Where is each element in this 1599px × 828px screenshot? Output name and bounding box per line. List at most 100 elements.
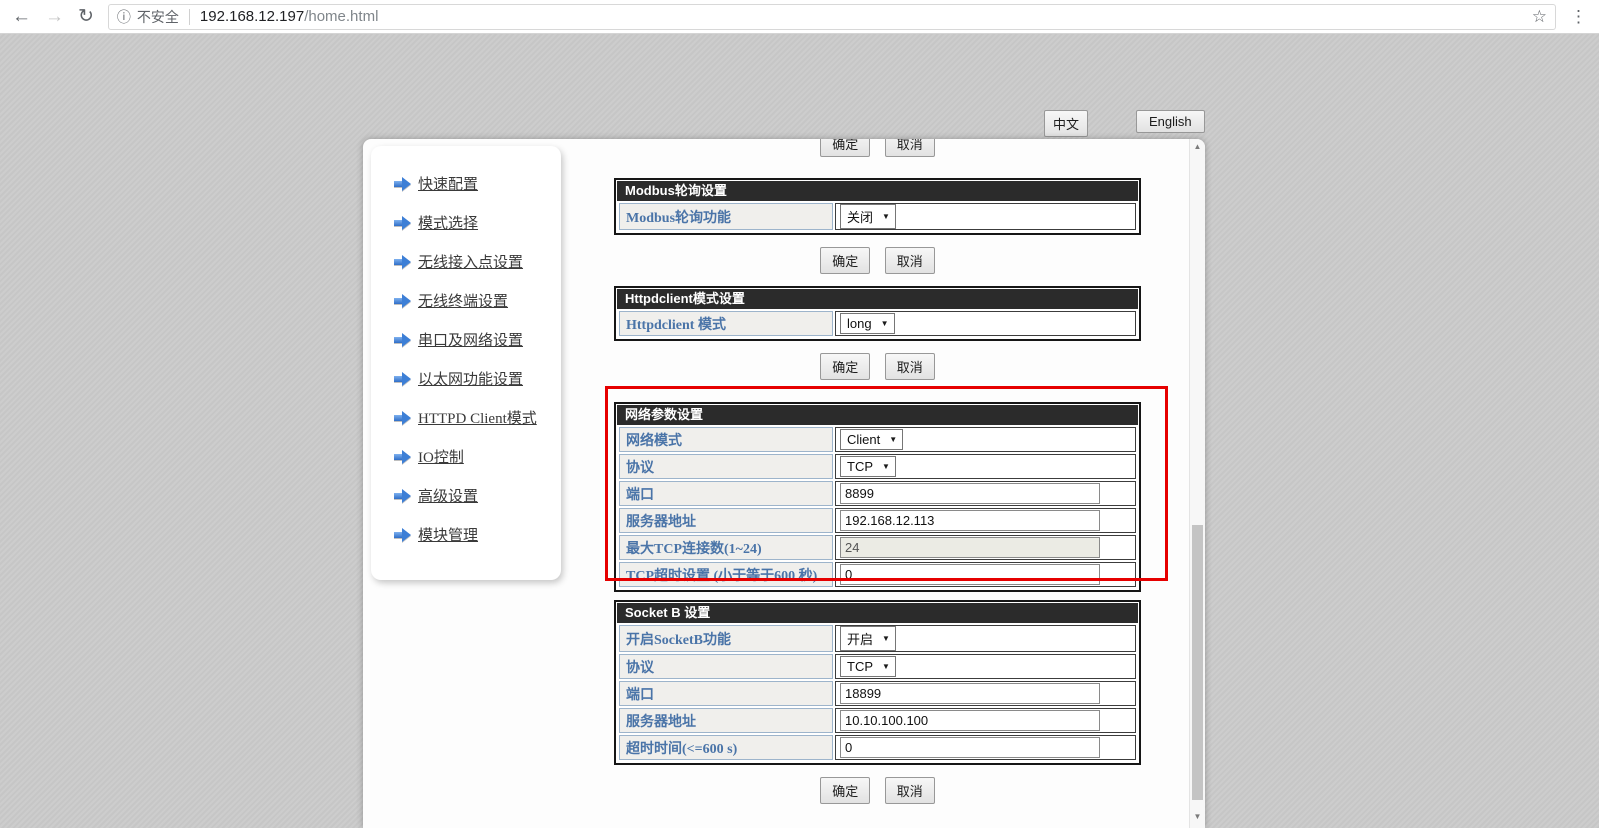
dropdown-value: 开启	[847, 629, 873, 648]
text-input[interactable]	[840, 710, 1100, 731]
field-label: 服务器地址	[619, 708, 833, 733]
cancel-button[interactable]: 取消	[885, 777, 935, 804]
dropdown-select[interactable]: long▼	[840, 313, 895, 334]
sidebar-link[interactable]: 高级设置	[418, 485, 478, 506]
dropdown-select[interactable]: 关闭▼	[840, 204, 896, 229]
forward-icon: →	[45, 7, 64, 26]
sidebar-link[interactable]: 无线接入点设置	[418, 251, 523, 272]
sidebar-link[interactable]: HTTPD Client模式	[418, 407, 537, 428]
dropdown-arrow-icon: ▼	[882, 462, 890, 471]
text-input[interactable]	[840, 683, 1100, 704]
field-value-cell	[835, 508, 1136, 533]
blue-arrow-icon	[394, 450, 411, 464]
section-modbus-polling: Modbus轮询设置 Modbus轮询功能关闭▼	[614, 178, 1141, 235]
sidebar-item[interactable]: 快速配置	[371, 164, 561, 203]
browser-menu-icon[interactable]: ⋮	[1570, 7, 1587, 27]
sidebar-item[interactable]: 以太网功能设置	[371, 359, 561, 398]
text-input[interactable]	[840, 537, 1100, 558]
dropdown-select[interactable]: TCP ▼	[840, 456, 896, 477]
form-row: 服务器地址	[619, 708, 1136, 733]
dropdown-arrow-icon: ▼	[882, 662, 890, 671]
field-value-cell	[835, 562, 1136, 587]
dropdown-value: Client	[847, 432, 880, 447]
sidebar-item[interactable]: 模块管理	[371, 515, 561, 554]
form-row: 端口	[619, 681, 1136, 706]
form-row: 网络模式 Client ▼	[619, 427, 1136, 452]
page-background: 中文 English 快速配置模式选择无线接入点设置无线终端设置串口及网络设置以…	[0, 34, 1599, 828]
field-label: 最大TCP连接数(1~24)	[619, 535, 833, 560]
cancel-button[interactable]: 取消	[885, 247, 935, 274]
scrollbar[interactable]: ▲ ▼	[1189, 139, 1205, 828]
ok-button[interactable]: 确定	[820, 247, 870, 274]
url-host: 192.168.12.197	[200, 8, 304, 25]
settings-form-area: 确定 取消 Modbus轮询设置 Modbus轮询功能关闭▼ 确定 取消 Htt…	[614, 139, 1141, 816]
form-row: 超时时间(<=600 s)	[619, 735, 1136, 760]
text-input[interactable]	[840, 737, 1100, 758]
section-title: Modbus轮询设置	[617, 181, 1138, 201]
ok-button[interactable]: 确定	[820, 353, 870, 380]
cancel-button[interactable]: 取消	[885, 139, 935, 157]
blue-arrow-icon	[394, 294, 411, 308]
field-value-cell	[835, 708, 1136, 733]
dropdown-select[interactable]: Client ▼	[840, 429, 903, 450]
field-label: 端口	[619, 481, 833, 506]
back-icon[interactable]: ←	[12, 7, 31, 26]
form-row: Modbus轮询功能关闭▼	[619, 203, 1136, 230]
sidebar-item[interactable]: 无线终端设置	[371, 281, 561, 320]
section-network-params: 网络参数设置 网络模式Client▼协议TCP▼端口服务器地址最大TCP连接数(…	[614, 402, 1141, 592]
sidebar-item[interactable]: IO控制	[371, 437, 561, 476]
language-english-button[interactable]: English	[1136, 110, 1205, 133]
form-row: 最大TCP连接数(1~24)	[619, 535, 1136, 560]
scrollbar-thumb[interactable]	[1192, 525, 1203, 800]
sidebar-item[interactable]: 无线接入点设置	[371, 242, 561, 281]
sidebar-link[interactable]: 串口及网络设置	[418, 329, 523, 350]
sidebar-item[interactable]: 模式选择	[371, 203, 561, 242]
dropdown-arrow-icon: ▼	[889, 435, 897, 444]
dropdown-select[interactable]: TCP ▼	[840, 656, 896, 677]
sidebar-link[interactable]: 模式选择	[418, 212, 478, 233]
field-value-cell: TCP ▼	[835, 454, 1136, 479]
dropdown-value: TCP	[847, 659, 873, 674]
content-panel: 快速配置模式选择无线接入点设置无线终端设置串口及网络设置以太网功能设置 HTTPD…	[363, 139, 1205, 828]
button-row-bottom: 确定 取消	[614, 777, 1141, 804]
language-chinese-button[interactable]: 中文	[1044, 110, 1088, 137]
button-row-modbus: 确定 取消	[614, 247, 1141, 274]
sidebar-link[interactable]: 无线终端设置	[418, 290, 508, 311]
form-row: 端口	[619, 481, 1136, 506]
text-input[interactable]	[840, 510, 1100, 531]
field-label: 服务器地址	[619, 508, 833, 533]
sidebar-link[interactable]: 快速配置	[418, 173, 478, 194]
field-label: 超时时间(<=600 s)	[619, 735, 833, 760]
scroll-up-icon[interactable]: ▲	[1190, 139, 1205, 155]
scroll-down-icon[interactable]: ▼	[1190, 809, 1205, 825]
cancel-button[interactable]: 取消	[885, 353, 935, 380]
field-label: Httpdclient 模式	[619, 311, 833, 336]
info-icon[interactable]: ⓘ	[117, 7, 131, 27]
sidebar-item[interactable]: 串口及网络设置	[371, 320, 561, 359]
url-text[interactable]: 192.168.12.197/home.html	[200, 8, 378, 25]
ok-button[interactable]: 确定	[820, 139, 870, 157]
field-value-cell	[835, 681, 1136, 706]
text-input[interactable]	[840, 564, 1100, 585]
sidebar-item[interactable]: HTTPD Client模式	[371, 398, 561, 437]
field-label: 端口	[619, 681, 833, 706]
dropdown-value: TCP	[847, 459, 873, 474]
sidebar-link[interactable]: 以太网功能设置	[418, 368, 523, 389]
reload-icon[interactable]: ↻	[78, 7, 94, 26]
address-bar[interactable]: ⓘ 不安全 192.168.12.197/home.html ☆	[108, 4, 1556, 30]
section-socket-b: Socket B 设置 开启SocketB功能开启▼协议TCP▼端口服务器地址超…	[614, 600, 1141, 765]
text-input[interactable]	[840, 483, 1100, 504]
blue-arrow-icon	[394, 216, 411, 230]
field-value-cell	[835, 735, 1136, 760]
sidebar-link[interactable]: 模块管理	[418, 524, 478, 545]
dropdown-value: 关闭	[847, 207, 873, 226]
field-label: 网络模式	[619, 427, 833, 452]
bookmark-star-icon[interactable]: ☆	[1532, 7, 1547, 27]
sidebar-item[interactable]: 高级设置	[371, 476, 561, 515]
sidebar-link[interactable]: IO控制	[418, 446, 464, 467]
field-label: 开启SocketB功能	[619, 625, 833, 652]
dropdown-select[interactable]: 开启▼	[840, 626, 896, 651]
field-label: 协议	[619, 654, 833, 679]
ok-button[interactable]: 确定	[820, 777, 870, 804]
form-row: Httpdclient 模式 long▼	[619, 311, 1136, 336]
